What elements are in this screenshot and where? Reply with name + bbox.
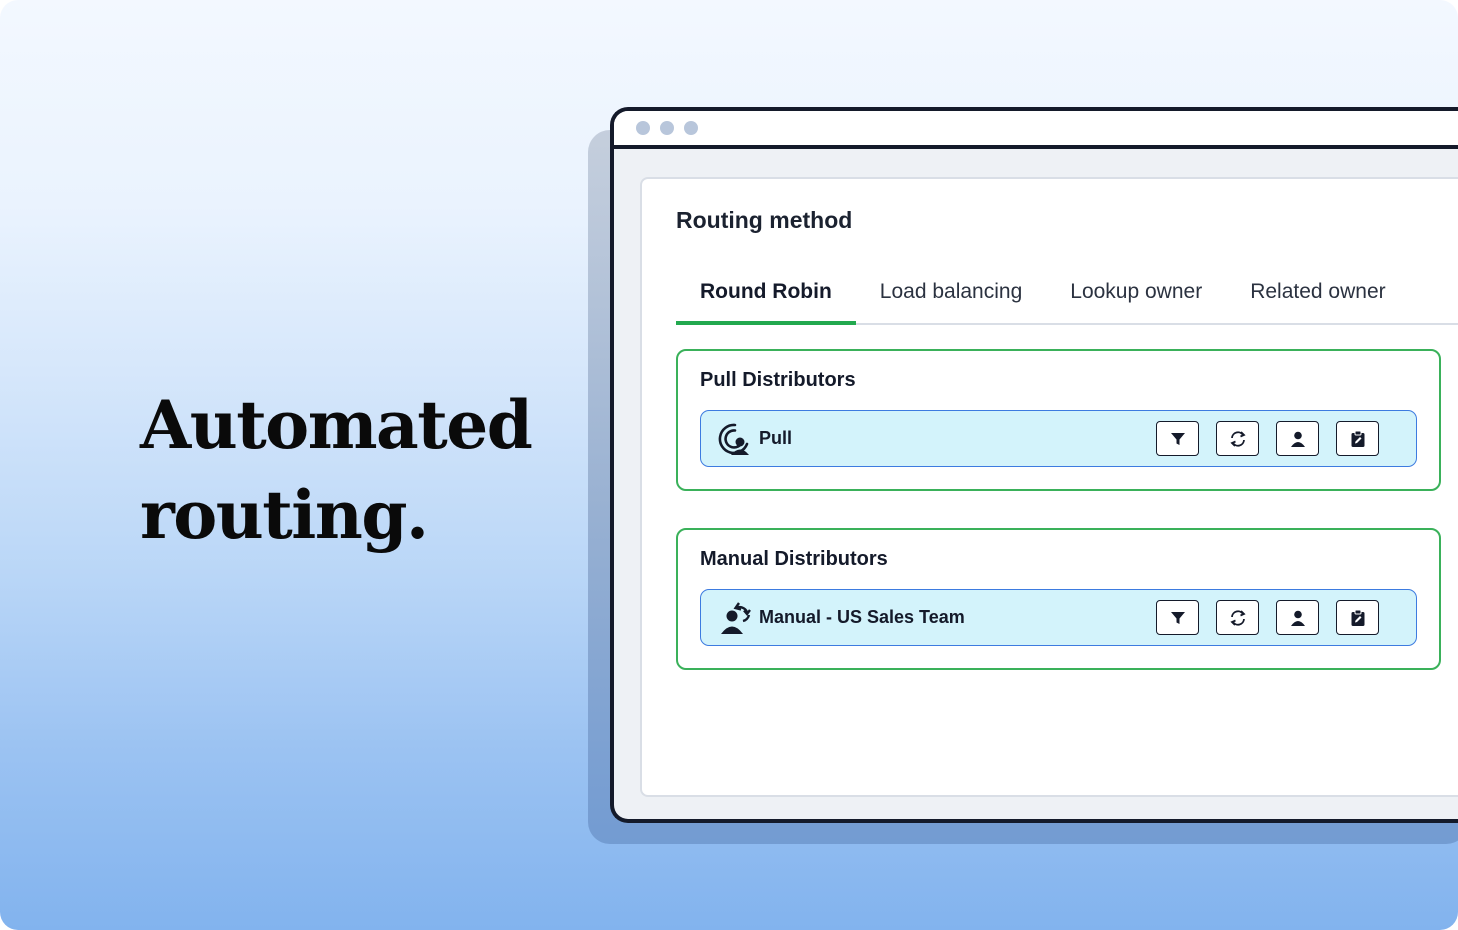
group-title: Pull Distributors bbox=[700, 369, 856, 391]
panel-title: Routing method bbox=[676, 207, 853, 233]
filter-icon bbox=[1170, 432, 1185, 445]
headline-line-2: routing. bbox=[140, 476, 429, 554]
clipboard-edit-button[interactable] bbox=[1336, 421, 1379, 456]
filter-button[interactable] bbox=[1156, 421, 1199, 456]
user-icon bbox=[1290, 431, 1305, 447]
routing-tabs: Round Robin Load balancing Lookup owner … bbox=[676, 271, 1458, 325]
tab-related-owner[interactable]: Related owner bbox=[1226, 271, 1409, 325]
manual-distributors-group: Manual Distributors Manual - US Sales Te… bbox=[676, 528, 1441, 670]
refresh-icon bbox=[1229, 609, 1246, 626]
tab-round-robin[interactable]: Round Robin bbox=[676, 271, 856, 325]
refresh-button[interactable] bbox=[1216, 600, 1259, 635]
distributor-label: Pull bbox=[759, 428, 793, 448]
clipboard-edit-icon bbox=[1351, 609, 1364, 626]
distributor-label: Manual - US Sales Team bbox=[759, 607, 965, 627]
tab-lookup-owner[interactable]: Lookup owner bbox=[1046, 271, 1226, 325]
distributor-row-manual[interactable]: Manual - US Sales Team bbox=[700, 589, 1417, 646]
headline-line-1: Automated bbox=[140, 386, 533, 464]
refresh-icon bbox=[1229, 430, 1246, 447]
hero-background: Automated routing. Routing method Round … bbox=[0, 0, 1458, 930]
filter-icon bbox=[1170, 611, 1185, 624]
group-title: Manual Distributors bbox=[700, 548, 888, 570]
tab-load-balancing[interactable]: Load balancing bbox=[856, 271, 1046, 325]
filter-button[interactable] bbox=[1156, 600, 1199, 635]
window-dot-icon bbox=[636, 121, 650, 135]
clipboard-edit-icon bbox=[1351, 430, 1364, 447]
user-button[interactable] bbox=[1276, 600, 1319, 635]
clipboard-edit-button[interactable] bbox=[1336, 600, 1379, 635]
headline: Automated routing. bbox=[140, 380, 533, 560]
browser-window: Routing method Round Robin Load balancin… bbox=[610, 107, 1458, 823]
refresh-button[interactable] bbox=[1216, 421, 1259, 456]
person-rotate-icon bbox=[717, 600, 753, 636]
window-dot-icon bbox=[684, 121, 698, 135]
distributor-row-pull[interactable]: Pull bbox=[700, 410, 1417, 467]
user-button[interactable] bbox=[1276, 421, 1319, 456]
browser-title-bar bbox=[614, 111, 1458, 149]
routing-panel: Routing method Round Robin Load balancin… bbox=[640, 177, 1458, 797]
user-icon bbox=[1290, 610, 1305, 626]
row-actions bbox=[1156, 421, 1379, 456]
window-dot-icon bbox=[660, 121, 674, 135]
pull-distributors-group: Pull Distributors Pull bbox=[676, 349, 1441, 491]
row-actions bbox=[1156, 600, 1379, 635]
radar-person-icon bbox=[717, 421, 753, 457]
